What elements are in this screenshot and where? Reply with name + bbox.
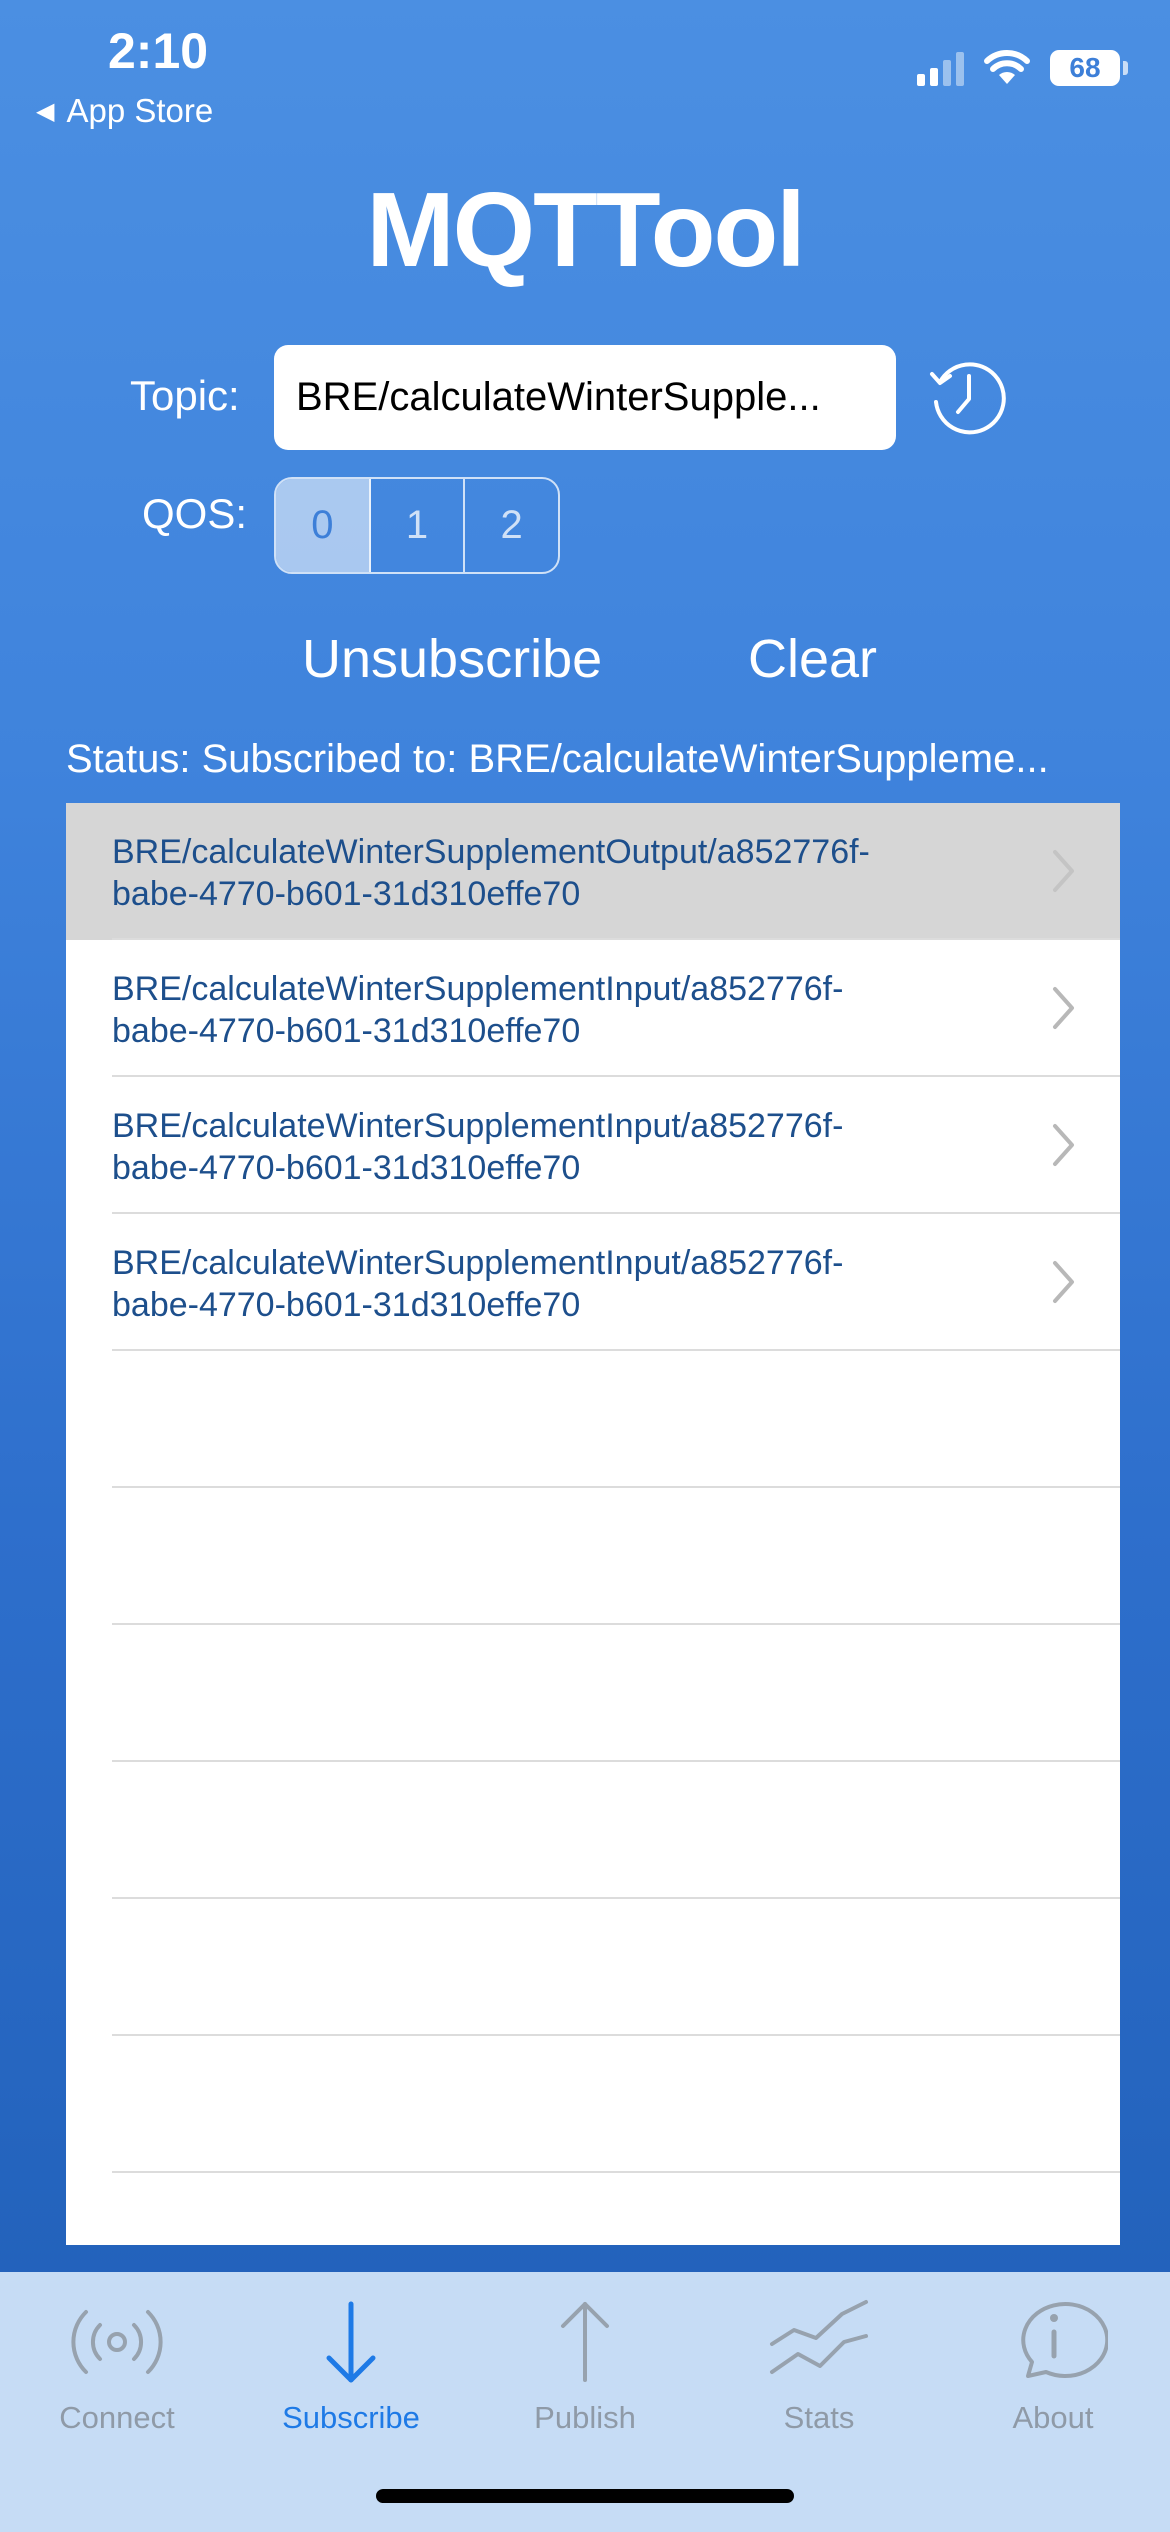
history-clock-icon[interactable] — [924, 352, 1014, 442]
unsubscribe-button[interactable]: Unsubscribe — [302, 628, 602, 690]
message-row[interactable]: BRE/calculateWinterSupplementInput/a8527… — [66, 1077, 1120, 1214]
chevron-right-icon — [1053, 1261, 1074, 1303]
back-link-label: App Store — [66, 92, 214, 129]
battery-icon: 68 — [1050, 50, 1128, 86]
message-topic-line: babe-4770-b601-31d310effe70 — [112, 1286, 581, 1324]
message-row[interactable]: BRE/calculateWinterSupplementInput/a8527… — [66, 1214, 1120, 1351]
system-icons: 68 — [917, 50, 1128, 86]
message-topic-line: babe-4770-b601-31d310effe70 — [112, 1149, 581, 1187]
message-topic-line: BRE/calculateWinterSupplementInput/a8527… — [112, 1244, 844, 1282]
chevron-right-icon — [1053, 1124, 1074, 1166]
message-topic: BRE/calculateWinterSupplementOutput/a852… — [112, 831, 1012, 915]
message-row[interactable]: BRE/calculateWinterSupplementInput/a8527… — [66, 940, 1120, 1077]
message-topic: BRE/calculateWinterSupplementInput/a8527… — [112, 968, 1012, 1052]
back-to-app-store-link[interactable]: ◀ App Store — [36, 92, 213, 130]
empty-row — [66, 1762, 1120, 1899]
message-row[interactable]: BRE/calculateWinterSupplementOutput/a852… — [66, 803, 1120, 940]
tab-stats-label: Stats — [783, 2400, 855, 2435]
subscription-status: Status: Subscribed to: BRE/calculateWint… — [66, 737, 1049, 781]
empty-row — [66, 1899, 1120, 2036]
message-topic: BRE/calculateWinterSupplementInput/a8527… — [112, 1105, 1012, 1189]
clear-button[interactable]: Clear — [748, 628, 877, 690]
topic-label: Topic: — [130, 372, 240, 419]
cellular-signal-icon — [917, 50, 964, 86]
status-bar: 2:10 ◀ App Store 68 — [0, 0, 1170, 140]
info-bubble-icon — [1021, 2302, 1108, 2378]
empty-row — [66, 1351, 1120, 1488]
arrow-up-icon — [561, 2302, 609, 2382]
qos-segmented-control: 0 1 2 — [274, 477, 560, 574]
topic-input-value: BRE/calculateWinterSupple... — [296, 375, 821, 419]
empty-row — [66, 1625, 1120, 1762]
message-topic-line: babe-4770-b601-31d310effe70 — [112, 1012, 581, 1050]
message-topic-line: BRE/calculateWinterSupplementInput/a8527… — [112, 1107, 844, 1145]
back-arrow-icon: ◀ — [36, 97, 55, 125]
empty-row — [66, 2036, 1120, 2173]
qos-option-0[interactable]: 0 — [276, 479, 371, 572]
app-title: MQTTool — [366, 171, 805, 289]
message-topic-line: BRE/calculateWinterSupplementInput/a8527… — [112, 970, 844, 1008]
clock: 2:10 — [108, 23, 209, 79]
message-topic: BRE/calculateWinterSupplementInput/a8527… — [112, 1242, 1012, 1326]
tab-subscribe-label: Subscribe — [282, 2400, 420, 2435]
topic-input[interactable]: BRE/calculateWinterSupple... — [274, 345, 896, 450]
message-topic-line: babe-4770-b601-31d310effe70 — [112, 875, 581, 913]
message-list[interactable]: BRE/calculateWinterSupplementOutput/a852… — [66, 803, 1120, 2245]
tab-connect[interactable]: Connect — [0, 2292, 234, 2436]
tab-publish-label: Publish — [534, 2400, 636, 2435]
tab-connect-label: Connect — [59, 2400, 175, 2435]
qos-option-2[interactable]: 2 — [465, 479, 558, 572]
arrow-down-icon — [326, 2301, 376, 2383]
chevron-right-icon — [1053, 987, 1074, 1029]
tab-about-label: About — [1012, 2400, 1094, 2435]
tab-subscribe[interactable]: Subscribe — [234, 2292, 468, 2436]
message-topic-line: BRE/calculateWinterSupplementOutput/a852… — [112, 833, 870, 871]
qos-label: QOS: — [142, 490, 248, 537]
empty-row — [66, 2173, 1120, 2245]
empty-row — [66, 1488, 1120, 1625]
home-indicator — [376, 2489, 794, 2503]
tab-stats[interactable]: Stats — [702, 2292, 936, 2436]
qos-option-1[interactable]: 1 — [371, 479, 466, 572]
tab-about[interactable]: About — [936, 2292, 1170, 2436]
chevron-right-icon — [1053, 850, 1074, 892]
tab-publish[interactable]: Publish — [468, 2292, 702, 2436]
chart-lines-icon — [770, 2300, 868, 2374]
wifi-icon — [984, 50, 1030, 84]
broadcast-icon — [71, 2310, 163, 2374]
